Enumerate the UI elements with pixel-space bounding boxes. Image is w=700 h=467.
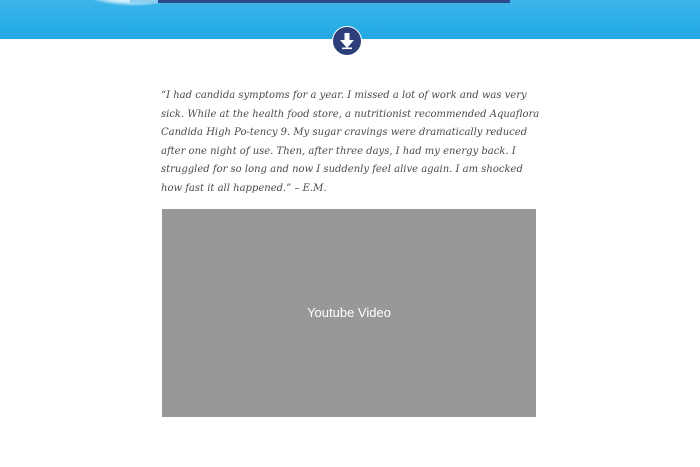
video-label: Youtube Video — [307, 304, 391, 320]
hero-strip-light — [130, 0, 158, 3]
scroll-down-button[interactable] — [332, 26, 362, 56]
hero-strip — [158, 0, 510, 3]
testimonial-quote: “I had candida symptoms for a year. I mi… — [161, 90, 540, 194]
arrow-down-icon — [339, 32, 355, 50]
youtube-video-placeholder[interactable]: Youtube Video — [162, 209, 536, 417]
